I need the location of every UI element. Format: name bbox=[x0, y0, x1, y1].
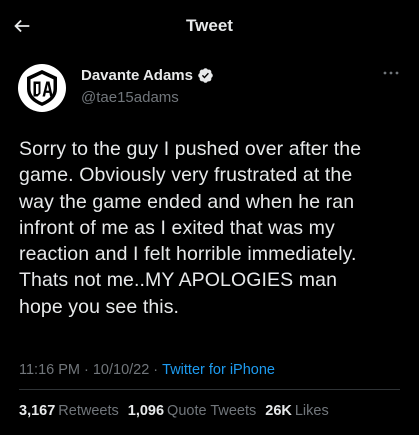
author-handle[interactable]: @tae15adams bbox=[81, 89, 179, 106]
divider bbox=[19, 389, 400, 390]
likes-count: 26K bbox=[265, 403, 292, 419]
top-bar: Tweet bbox=[0, 0, 419, 52]
tweet-meta: 11:16 PM · 10/10/22 · Twitter for iPhone bbox=[19, 362, 275, 378]
tweet-date[interactable]: 10/10/22 bbox=[93, 362, 149, 378]
name-row: Davante Adams bbox=[81, 67, 214, 84]
meta-separator: · bbox=[153, 362, 159, 378]
page-title: Tweet bbox=[186, 16, 233, 35]
quote-tweets-label: Quote Tweets bbox=[167, 403, 257, 419]
tweet-detail-page: Tweet Davante Adams @tae15adams Sorry to… bbox=[0, 0, 419, 435]
retweets-stat[interactable]: 3,167 Retweets bbox=[19, 403, 119, 419]
quote-tweets-stat[interactable]: 1,096 Quote Tweets bbox=[128, 403, 257, 419]
retweets-count: 3,167 bbox=[19, 403, 56, 419]
tweet-source-link[interactable]: Twitter for iPhone bbox=[162, 362, 275, 378]
tweet-time[interactable]: 11:16 PM bbox=[19, 362, 80, 378]
verified-badge-icon bbox=[197, 67, 214, 84]
tweet-text: Sorry to the guy I pushed over after the… bbox=[19, 138, 362, 318]
meta-separator: · bbox=[84, 362, 89, 378]
more-horizontal-icon bbox=[382, 70, 400, 76]
likes-label: Likes bbox=[294, 403, 329, 419]
avatar[interactable] bbox=[18, 64, 66, 112]
tweet-author: Davante Adams @tae15adams bbox=[18, 64, 403, 112]
author-name[interactable]: Davante Adams bbox=[81, 67, 193, 84]
quote-tweets-count: 1,096 bbox=[127, 403, 165, 419]
tweet-stats: 3,167 Retweets 1,096 Quote Tweets 26K Li… bbox=[19, 403, 338, 419]
da-logo-icon bbox=[24, 69, 60, 107]
retweets-label: Retweets bbox=[58, 403, 119, 419]
likes-stat[interactable]: 26K Likes bbox=[265, 403, 328, 419]
more-options-button[interactable] bbox=[381, 66, 401, 80]
